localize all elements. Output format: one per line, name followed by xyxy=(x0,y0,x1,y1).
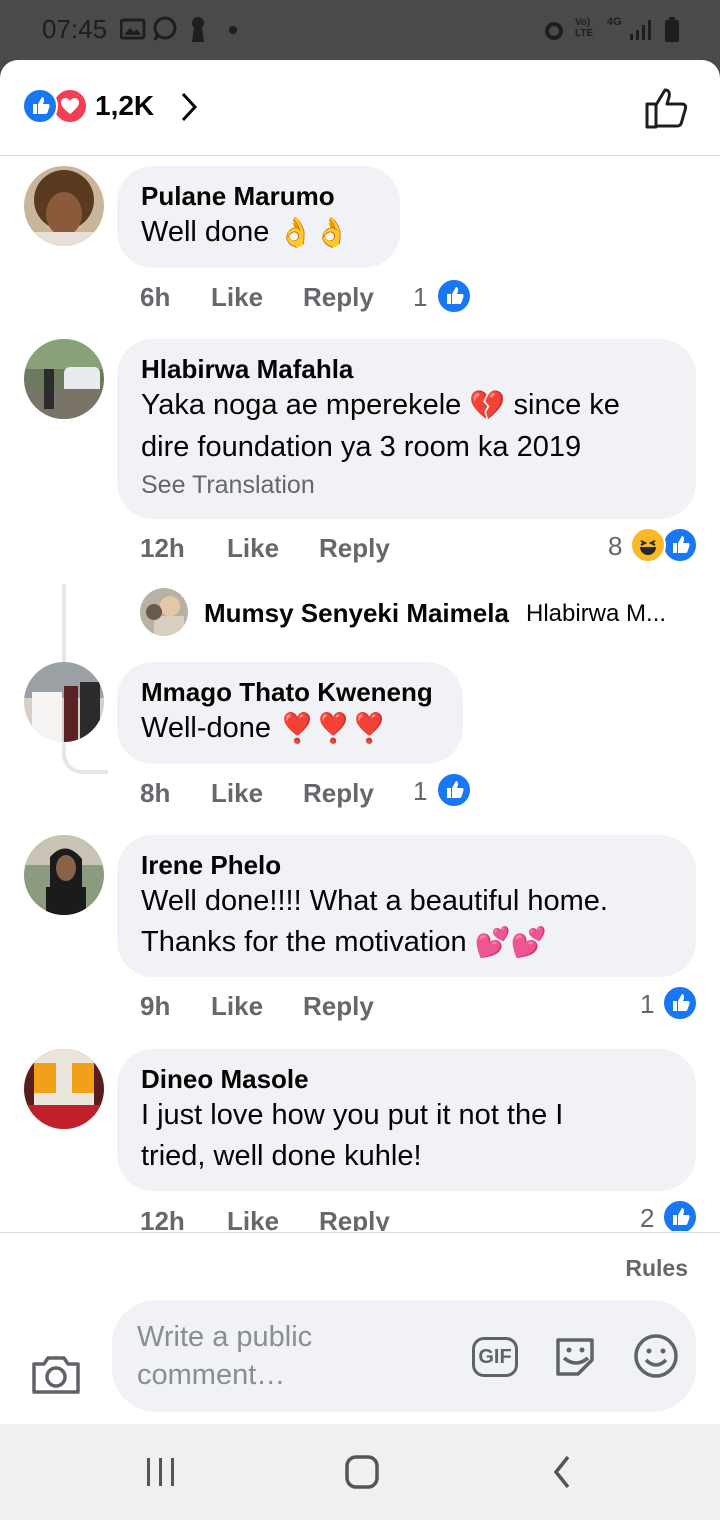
comment-time[interactable]: 8h xyxy=(140,778,170,809)
reply-button[interactable]: Reply xyxy=(303,778,374,809)
comment-time[interactable]: 12h xyxy=(140,533,185,564)
comment-text-line: Well done 👌👌 xyxy=(141,212,376,254)
avatar[interactable] xyxy=(24,1049,104,1129)
reply-author[interactable]: Mumsy Senyeki Maimela xyxy=(204,598,509,629)
haha-reaction-icon xyxy=(630,527,666,563)
comment-reaction-count[interactable]: 2 xyxy=(640,1203,654,1231)
comment-text: Well done!!!! What a beautiful home. xyxy=(141,885,608,917)
comment-author[interactable]: Mmago Thato Kweneng xyxy=(141,676,439,708)
avatar[interactable] xyxy=(24,662,104,742)
comment-bubble: Irene Phelo Well done!!!! What a beautif… xyxy=(117,835,696,977)
like-button[interactable]: Like xyxy=(227,1206,279,1231)
like-reaction-icon xyxy=(662,1199,698,1231)
broken-heart-emoji: 💔 xyxy=(469,389,506,422)
reply-button[interactable]: Reply xyxy=(303,991,374,1022)
signal-icon xyxy=(630,20,651,40)
avatar[interactable] xyxy=(140,588,188,636)
home-icon[interactable] xyxy=(344,1454,380,1490)
gallery-icon xyxy=(120,18,146,40)
ok-hand-emoji: 👌👌 xyxy=(277,216,350,249)
recent-apps-icon[interactable] xyxy=(144,1456,178,1488)
comment-text: Yaka noga ae mperekele xyxy=(141,389,462,421)
comment-text: since ke xyxy=(513,389,620,421)
comment-list[interactable]: Pulane Marumo Well done 👌👌 6h Like Reply… xyxy=(0,156,720,1231)
comment-bubble: Mmago Thato Kweneng Well-done ❣️❣️❣️ xyxy=(117,662,463,764)
reply-text: Hlabirwa M... xyxy=(526,600,667,627)
comment-author[interactable]: Dineo Masole xyxy=(141,1063,672,1095)
comment-item: Irene Phelo Well done!!!! What a beautif… xyxy=(0,835,720,1035)
comment-bubble: Hlabirwa Mafahla Yaka noga ae mperekele … xyxy=(117,339,696,519)
comment-input-placeholder: Write a public comment… xyxy=(137,1321,313,1391)
comment-item: Dineo Masole I just love how you put it … xyxy=(0,1049,720,1231)
comment-text-line: Yaka noga ae mperekele 💔 since ke xyxy=(141,385,672,427)
comment-item: Pulane Marumo Well done 👌👌 6h Like Reply… xyxy=(0,166,720,326)
like-button[interactable]: Like xyxy=(227,533,279,564)
status-bar: 07:45 Vo) LTE 4G xyxy=(0,0,720,60)
back-icon[interactable] xyxy=(550,1454,574,1490)
chevron-right-icon xyxy=(181,92,198,122)
comment-reaction-count[interactable]: 1 xyxy=(413,776,427,807)
like-reaction-icon xyxy=(436,772,472,808)
like-button[interactable]: Like xyxy=(211,778,263,809)
like-outline-icon[interactable] xyxy=(644,86,690,130)
reactions-header[interactable]: 1,2K xyxy=(0,60,720,156)
rules-link[interactable]: Rules xyxy=(625,1255,688,1282)
comment-text: Well done xyxy=(141,216,270,248)
comments-sheet: 1,2K Pulane Marumo Well done 👌👌 6h Like … xyxy=(0,60,720,1424)
like-reaction-icon xyxy=(22,88,58,124)
reply-button[interactable]: Reply xyxy=(303,282,374,313)
comment-text: tried, well done kuhle! xyxy=(141,1140,422,1172)
alarm-icon xyxy=(545,22,563,40)
comment-item: Mmago Thato Kweneng Well-done ❣️❣️❣️ 8h … xyxy=(0,662,720,822)
see-translation-link[interactable]: See Translation xyxy=(141,468,672,502)
comment-text: dire foundation ya 3 room ka 2019 xyxy=(141,430,582,463)
emoji-icon[interactable] xyxy=(632,1332,680,1380)
comment-author[interactable]: Irene Phelo xyxy=(141,849,672,881)
comment-text-line: Well-done ❣️❣️❣️ xyxy=(141,708,439,750)
avatar[interactable] xyxy=(24,339,104,419)
dot-icon xyxy=(229,26,237,34)
two-hearts-emoji: 💕💕 xyxy=(474,926,547,959)
comment-reaction-count[interactable]: 1 xyxy=(640,989,654,1020)
comment-bubble: Dineo Masole I just love how you put it … xyxy=(117,1049,696,1191)
like-button[interactable]: Like xyxy=(211,282,263,313)
like-reaction-icon xyxy=(662,985,698,1021)
comment-bubble: Pulane Marumo Well done 👌👌 xyxy=(117,166,400,268)
comment-author[interactable]: Pulane Marumo xyxy=(141,180,376,212)
comment-text-line: Thanks for the motivation 💕💕 xyxy=(141,922,672,964)
avatar[interactable] xyxy=(24,835,104,915)
composer-divider xyxy=(0,1232,720,1233)
gif-button[interactable]: GIF xyxy=(472,1337,518,1377)
comment-time[interactable]: 6h xyxy=(140,282,170,313)
reply-button[interactable]: Reply xyxy=(319,533,390,564)
comment-text: Well-done xyxy=(141,712,272,744)
camera-icon[interactable] xyxy=(30,1352,82,1396)
whatsapp-icon xyxy=(153,16,177,41)
system-nav-bar xyxy=(0,1424,720,1520)
like-button[interactable]: Like xyxy=(211,991,263,1022)
reaction-count: 1,2K xyxy=(95,90,155,121)
heart-exclamation-emoji: ❣️❣️❣️ xyxy=(279,712,388,745)
comment-time[interactable]: 9h xyxy=(140,991,170,1022)
comment-text: I just love how you put it not the I xyxy=(141,1099,564,1131)
battery-icon xyxy=(665,17,679,42)
like-reaction-icon xyxy=(662,527,698,563)
comment-input[interactable]: Write a public comment… GIF xyxy=(112,1300,696,1412)
comment-reaction-count[interactable]: 1 xyxy=(413,282,427,313)
comment-author[interactable]: Hlabirwa Mafahla xyxy=(141,353,672,385)
status-time: 07:45 xyxy=(42,14,108,44)
comment-time[interactable]: 12h xyxy=(140,1206,185,1231)
comment-text: Thanks for the motivation xyxy=(141,926,467,958)
sticker-icon[interactable] xyxy=(552,1332,600,1380)
reply-preview[interactable]: Mumsy Senyeki Maimela Hlabirwa M... xyxy=(140,588,700,638)
keyhole-icon xyxy=(192,17,204,42)
avatar[interactable] xyxy=(24,166,104,246)
reply-button[interactable]: Reply xyxy=(319,1206,390,1231)
4g-icon: 4G xyxy=(607,16,622,28)
like-reaction-icon xyxy=(436,278,472,314)
comment-reaction-count[interactable]: 8 xyxy=(608,531,622,562)
volte-icon: Vo) LTE xyxy=(575,17,594,39)
